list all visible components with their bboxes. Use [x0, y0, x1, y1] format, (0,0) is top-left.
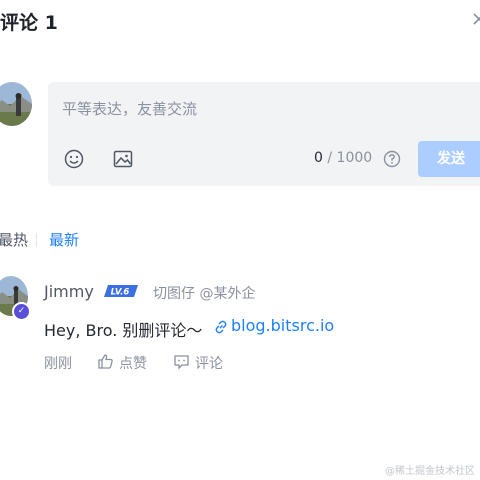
comment-text: Hey, Bro. 别删评论～ — [44, 321, 203, 340]
comment-link[interactable]: blog.bitsrc.io — [231, 316, 334, 335]
send-button[interactable]: 发送 — [418, 141, 480, 177]
commenter-title: 切图仔 @某外企 — [153, 286, 256, 302]
current-user-avatar — [0, 82, 32, 126]
emoji-icon[interactable] — [63, 148, 85, 170]
comment-input[interactable]: 平等表达，友善交流 — [62, 98, 197, 119]
level-badge: LV.6 — [104, 285, 138, 298]
tab-hottest[interactable]: 最热 — [0, 229, 28, 250]
reply-button[interactable]: 评论 — [195, 353, 223, 373]
comment-icon[interactable] — [173, 353, 190, 370]
comment-time: 刚刚 — [44, 356, 72, 372]
close-icon[interactable] — [472, 12, 480, 26]
watermark: @稀土掘金技术社区 — [385, 466, 475, 477]
link-icon — [215, 320, 227, 334]
verified-badge-icon: ✓ — [12, 302, 31, 321]
image-icon[interactable] — [112, 148, 134, 170]
question-circle-icon[interactable] — [383, 150, 401, 168]
level-badge-text: LV.6 — [111, 288, 130, 298]
char-counter: 0 / 1000 — [314, 150, 372, 166]
commenter-name[interactable]: Jimmy — [44, 282, 94, 301]
thumbs-up-icon[interactable] — [97, 353, 114, 370]
comments-title: 评论 1 — [0, 12, 58, 34]
char-count-separator: / — [322, 150, 337, 166]
char-count-max: 1000 — [336, 150, 373, 166]
char-count-current: 0 — [314, 150, 323, 166]
tab-newest[interactable]: 最新 — [49, 229, 79, 250]
more-icon[interactable]: ⋮ — [474, 354, 480, 370]
like-button[interactable]: 点赞 — [119, 353, 147, 373]
tab-divider — [36, 233, 37, 247]
